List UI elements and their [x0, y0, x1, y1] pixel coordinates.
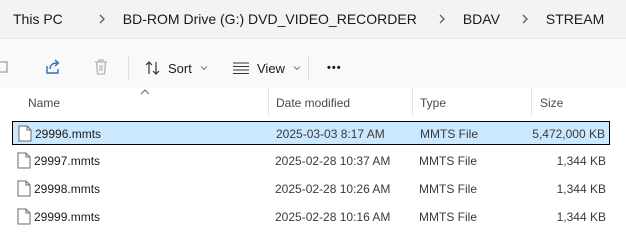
file-size: 1,344 KB	[556, 154, 606, 168]
column-divider[interactable]	[412, 88, 413, 116]
table-row[interactable]: 29996.mmts 2025-03-03 8:17 AM MMTS File …	[12, 121, 610, 145]
sort-arrows-icon	[145, 61, 160, 75]
file-icon	[18, 125, 32, 142]
breadcrumb-item-drive[interactable]: BD-ROM Drive (G:) DVD_VIDEO_RECORDER	[123, 11, 417, 27]
file-type: MMTS File	[419, 182, 477, 196]
column-size[interactable]: Size	[540, 96, 563, 110]
file-explorer-window: This PC BD-ROM Drive (G:) DVD_VIDEO_RECO…	[0, 0, 626, 242]
file-size: 1,344 KB	[556, 182, 606, 196]
file-icon	[17, 152, 31, 169]
view-label: View	[257, 60, 285, 76]
chevron-right-icon[interactable]	[425, 9, 459, 29]
table-row[interactable]: 29998.mmts 2025-02-28 10:26 AM MMTS File…	[12, 177, 610, 201]
table-row[interactable]: 29999.mmts 2025-02-28 10:16 AM MMTS File…	[12, 205, 610, 229]
breadcrumb-item-bdav[interactable]: BDAV	[463, 11, 500, 27]
toolbar-divider	[308, 56, 309, 80]
chevron-down-icon	[293, 66, 301, 71]
file-date: 2025-03-03 8:17 AM	[276, 127, 385, 141]
file-size: 1,344 KB	[556, 210, 606, 224]
file-name: 29996.mmts	[35, 127, 102, 141]
breadcrumb-item-stream[interactable]: STREAM	[546, 11, 604, 27]
column-name[interactable]: Name	[28, 96, 60, 110]
share-icon[interactable]	[43, 57, 63, 77]
more-options-button[interactable]: •••	[323, 54, 346, 82]
column-type[interactable]: Type	[420, 96, 446, 110]
sort-label: Sort	[168, 60, 192, 76]
sort-ascending-icon	[140, 89, 150, 95]
column-header: Name Date modified Type Size	[0, 88, 626, 116]
file-name: 29999.mmts	[34, 210, 101, 224]
more-options-icon: •••	[327, 62, 342, 74]
column-divider[interactable]	[531, 88, 532, 116]
breadcrumb-item-this-pc[interactable]: This PC	[13, 11, 63, 27]
file-size: 5,472,000 KB	[532, 127, 605, 141]
file-name: 29997.mmts	[34, 154, 101, 168]
breadcrumb: This PC BD-ROM Drive (G:) DVD_VIDEO_RECO…	[0, 0, 626, 38]
file-name: 29998.mmts	[34, 182, 101, 196]
rename-icon[interactable]	[0, 57, 16, 77]
file-icon	[17, 208, 31, 225]
file-icon	[17, 180, 31, 197]
chevron-right-icon[interactable]	[85, 9, 119, 29]
file-date: 2025-02-28 10:26 AM	[275, 182, 391, 196]
file-type: MMTS File	[419, 210, 477, 224]
sort-button[interactable]: Sort	[140, 54, 212, 82]
chevron-down-icon	[200, 66, 208, 71]
file-date: 2025-02-28 10:37 AM	[275, 154, 391, 168]
chevron-right-icon[interactable]	[508, 9, 542, 29]
file-type: MMTS File	[419, 154, 477, 168]
toolbar-divider	[128, 56, 129, 80]
column-date-modified[interactable]: Date modified	[276, 96, 350, 110]
table-row[interactable]: 29997.mmts 2025-02-28 10:37 AM MMTS File…	[12, 149, 610, 173]
file-type: MMTS File	[420, 127, 478, 141]
view-button[interactable]: View	[227, 54, 305, 82]
file-date: 2025-02-28 10:16 AM	[275, 210, 391, 224]
column-divider[interactable]	[268, 88, 269, 116]
trash-icon[interactable]	[91, 57, 111, 77]
view-lines-icon	[233, 62, 249, 75]
